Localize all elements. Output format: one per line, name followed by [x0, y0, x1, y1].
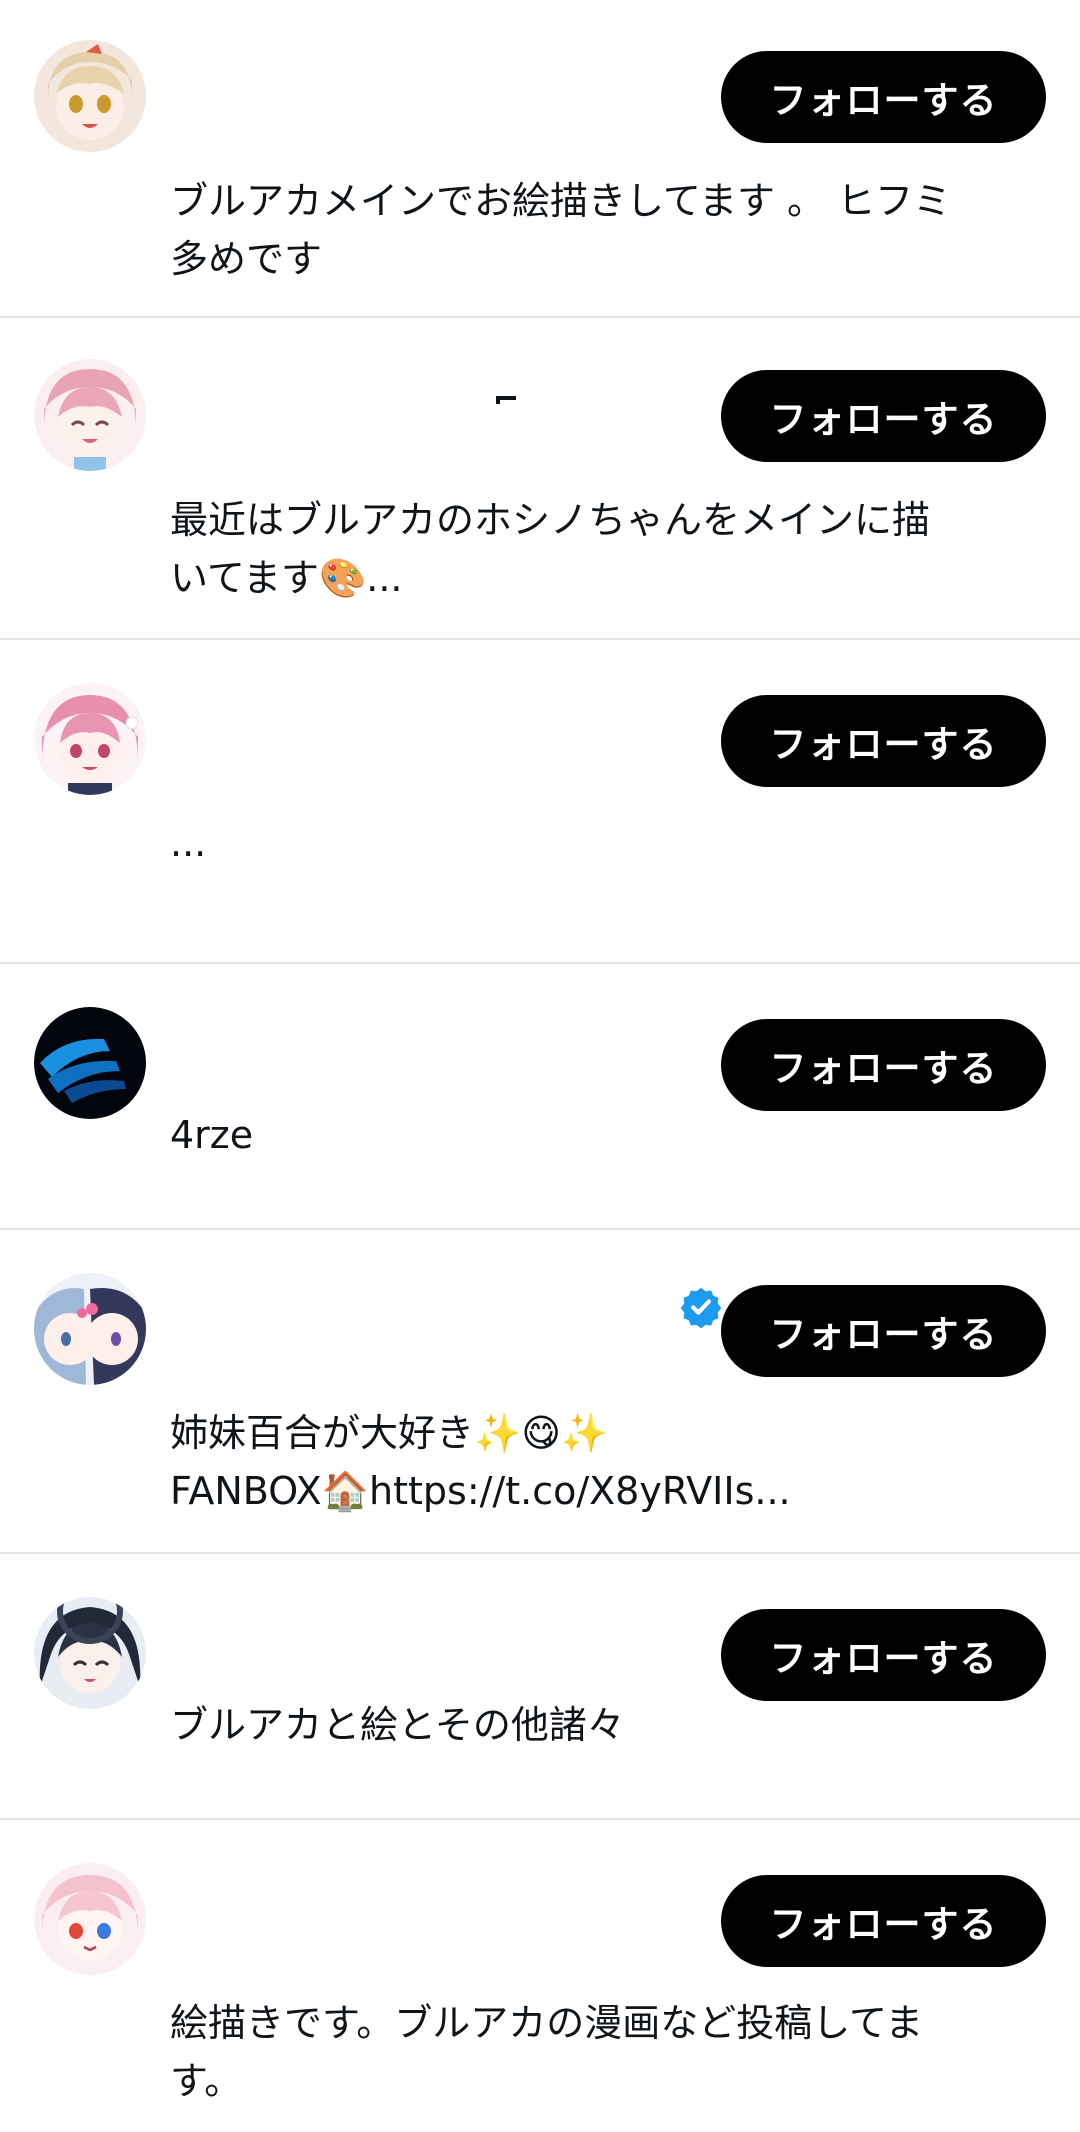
user-avatar[interactable]	[34, 40, 146, 152]
user-row[interactable]: フォローする 4rze	[0, 964, 1080, 1230]
user-avatar[interactable]	[34, 1863, 146, 1975]
user-row[interactable]: フォローする ブルアカと絵とその他諸々	[0, 1554, 1080, 1820]
follow-button[interactable]: フォローする	[721, 51, 1046, 143]
follow-button[interactable]: フォローする	[721, 370, 1046, 462]
user-avatar[interactable]	[34, 1007, 146, 1119]
verified-badge-icon	[680, 1287, 722, 1328]
follow-button[interactable]: フォローする	[721, 1019, 1046, 1111]
follow-button[interactable]: フォローする	[721, 1285, 1046, 1377]
user-row[interactable]: フォローする ...	[0, 640, 1080, 964]
user-bio: 姉妹百合が大好き✨😋✨ FANBOX🏠https://t.co/X8yRVIIs…	[170, 1411, 791, 1513]
user-avatar[interactable]	[34, 359, 146, 471]
user-bio: 4rze	[170, 1113, 254, 1157]
name-glyph-fragment	[496, 396, 516, 404]
user-bio: ...	[170, 821, 207, 865]
user-row[interactable]: フォローする 姉妹百合が大好き✨😋✨ FANBOX🏠https://t.co/X…	[0, 1230, 1080, 1554]
user-bio: 最近はブルアカのホシノちゃんをメインに描 いてます🎨...	[170, 498, 931, 600]
user-row[interactable]: フォローする 最近はブルアカのホシノちゃんをメインに描 いてます🎨...	[0, 318, 1080, 640]
user-row[interactable]: フォローする ブルアカメインでお絵描きしてます 。 ヒフミ 多めです	[0, 0, 1080, 318]
follow-button[interactable]: フォローする	[721, 1609, 1046, 1701]
user-bio: 絵描きです。ブルアカの漫画など投稿してま す。	[170, 2001, 924, 2103]
user-avatar[interactable]	[34, 683, 146, 795]
user-bio: ブルアカと絵とその他諸々	[170, 1703, 625, 1747]
user-avatar[interactable]	[34, 1273, 146, 1385]
user-bio: ブルアカメインでお絵描きしてます 。 ヒフミ 多めです	[170, 179, 952, 281]
follow-suggestions-list: フォローする ブルアカメインでお絵描きしてます 。 ヒフミ 多めです フォローす…	[0, 0, 1080, 2132]
user-row[interactable]: フォローする 絵描きです。ブルアカの漫画など投稿してま す。	[0, 1820, 1080, 2132]
follow-button[interactable]: フォローする	[721, 695, 1046, 787]
follow-button[interactable]: フォローする	[721, 1875, 1046, 1967]
user-avatar[interactable]	[34, 1597, 146, 1709]
